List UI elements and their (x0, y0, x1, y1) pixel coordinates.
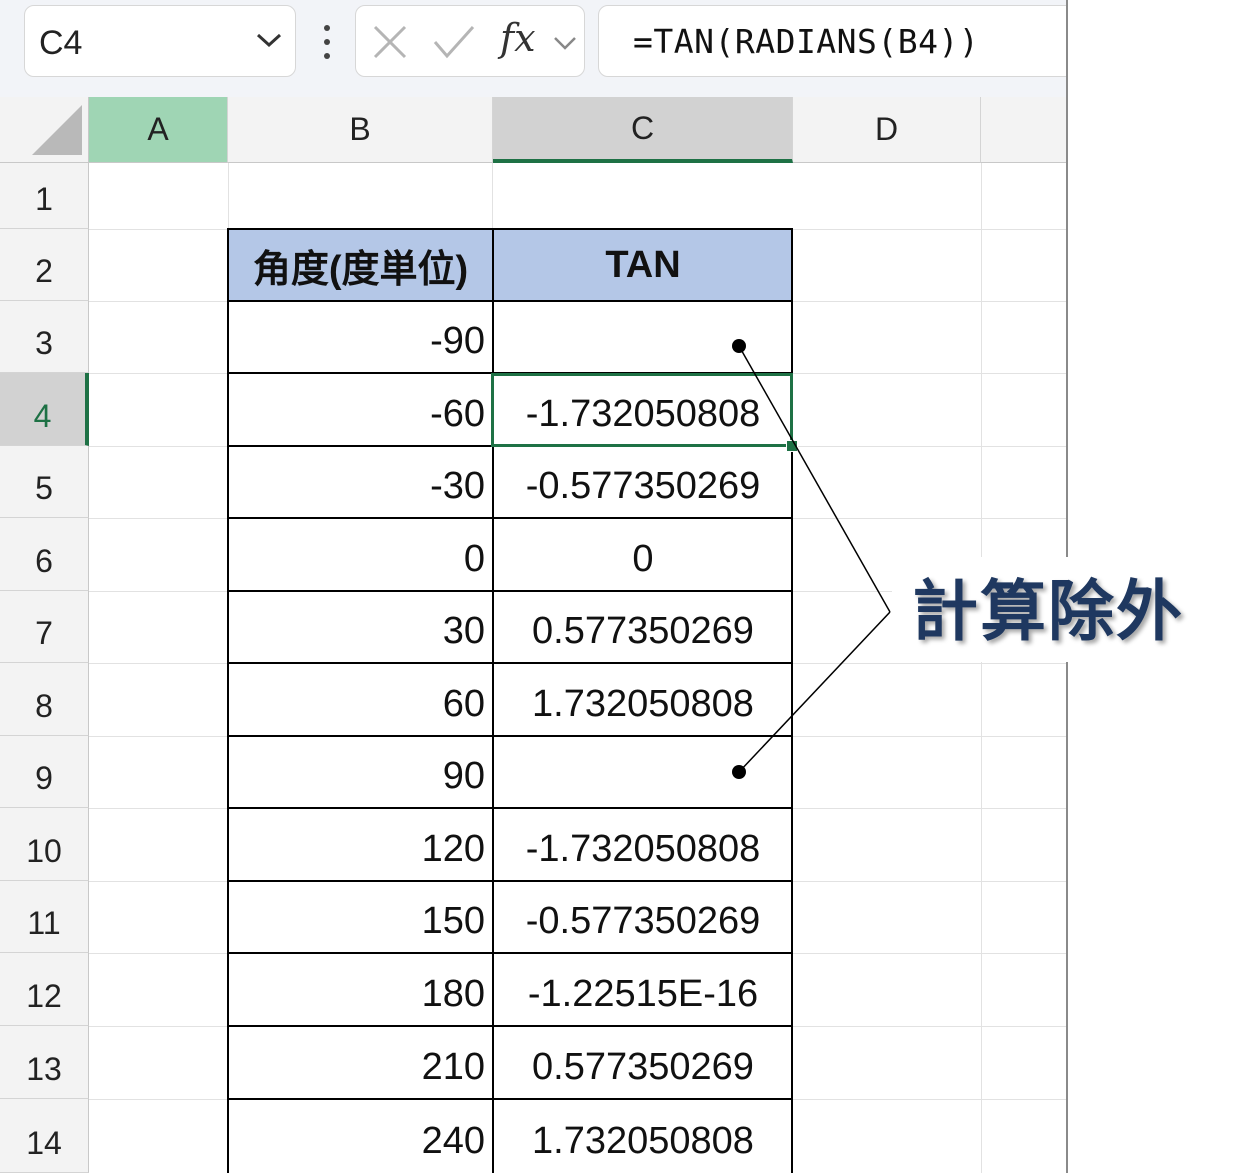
annotation-label: 計算除外 (912, 574, 1184, 648)
annotation-dot (732, 765, 746, 779)
annotation-dot (732, 339, 746, 353)
